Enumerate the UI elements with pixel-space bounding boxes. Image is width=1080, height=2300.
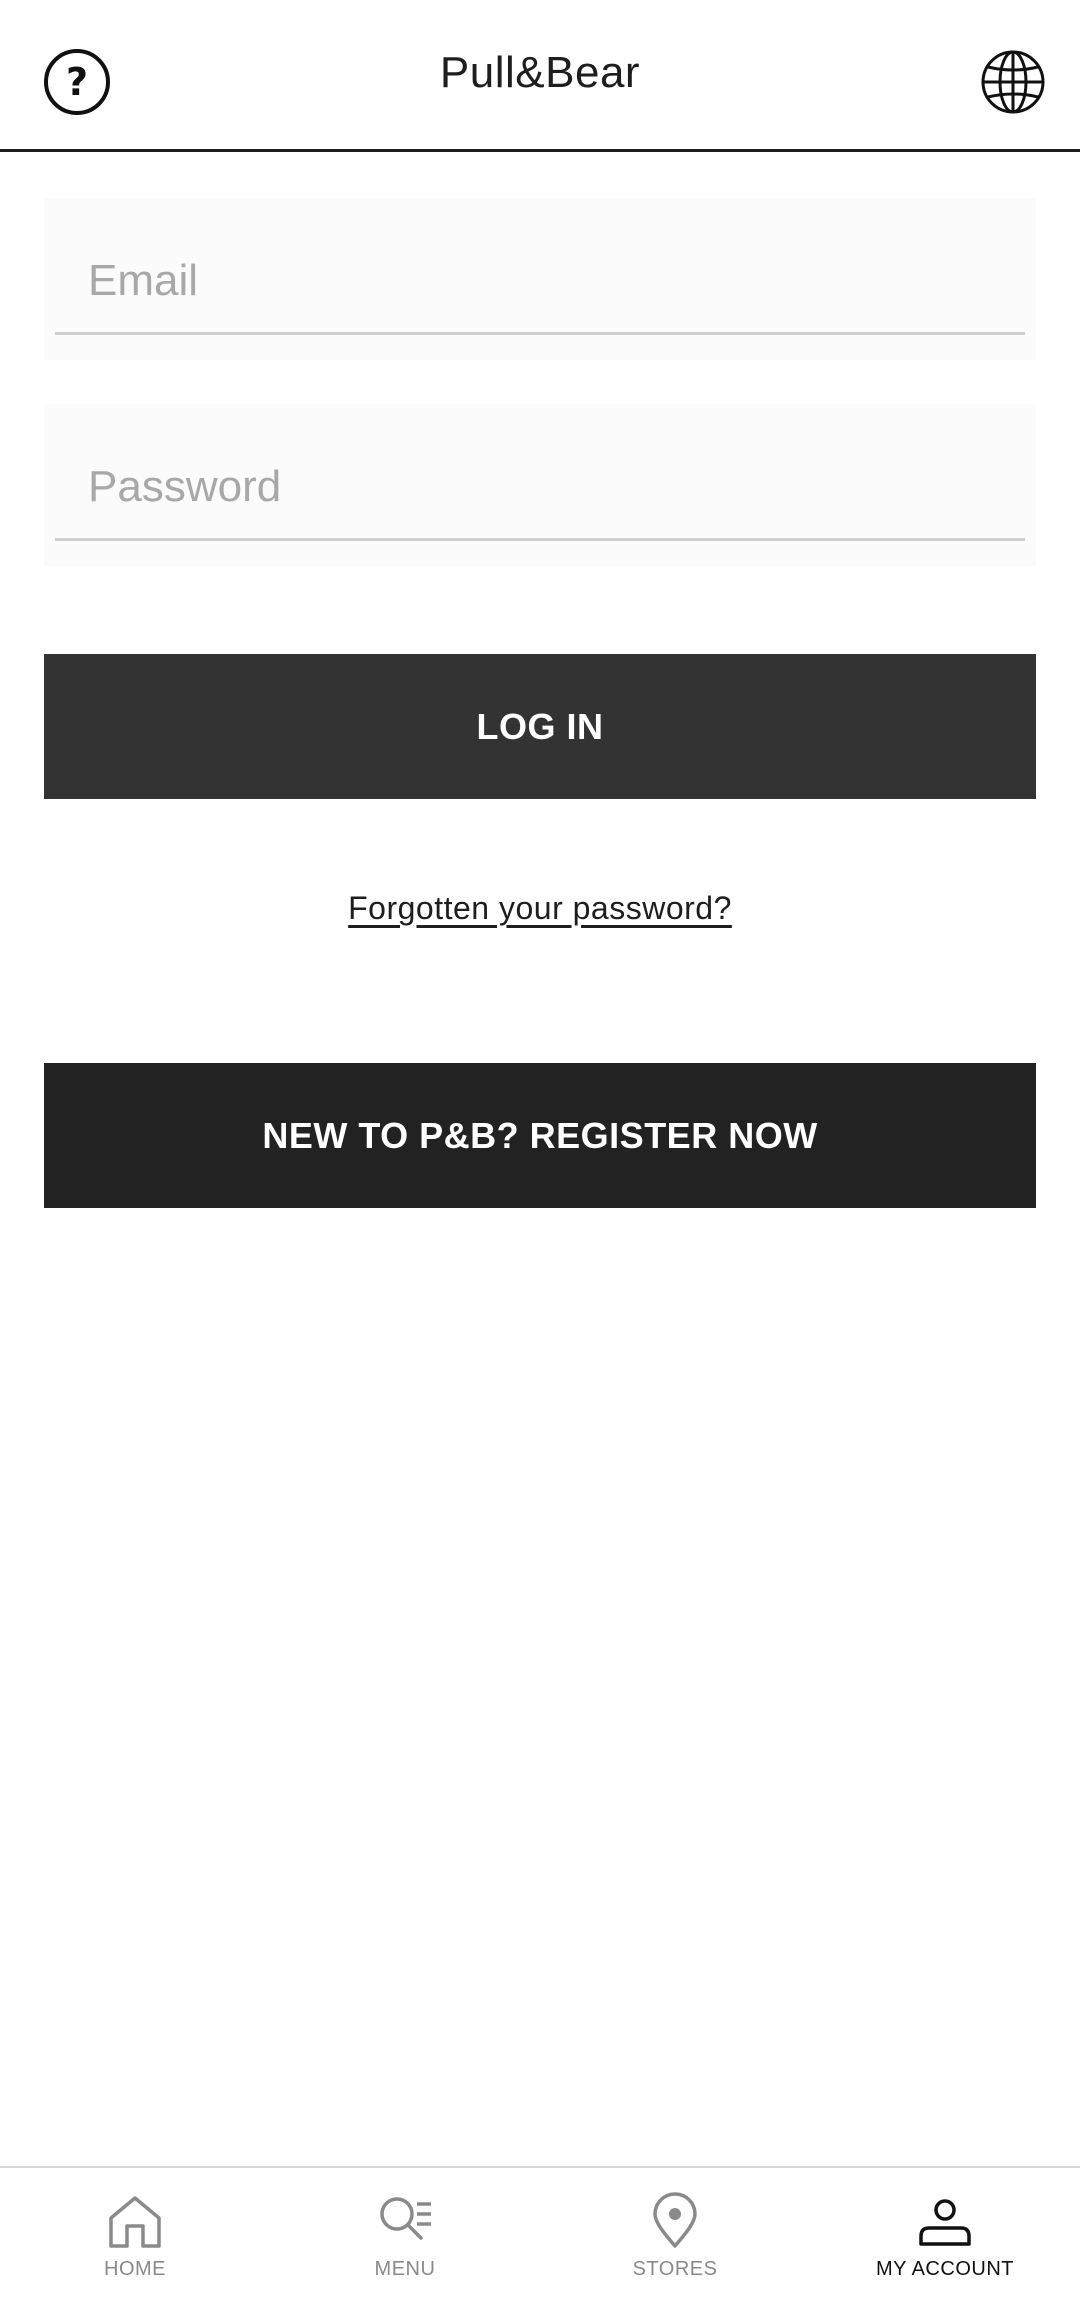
password-field[interactable]: Password: [44, 404, 1036, 566]
app-header: ? Pull&Bear: [0, 0, 1080, 152]
location-pin-icon: [653, 2192, 697, 2248]
globe-icon[interactable]: [980, 49, 1046, 115]
nav-item-menu[interactable]: MENU: [270, 2168, 540, 2300]
home-icon: [109, 2196, 161, 2248]
user-icon: [919, 2199, 971, 2246]
bottom-navigation: HOME MENU STORES MY ACCOUNT: [0, 2166, 1080, 2300]
nav-label-menu: MENU: [374, 2258, 436, 2280]
brand-title: Pull&Bear: [439, 48, 641, 97]
email-field[interactable]: Email: [44, 198, 1036, 360]
password-underline: [55, 538, 1025, 541]
email-underline: [55, 332, 1025, 335]
password-placeholder: Password: [88, 462, 282, 511]
nav-item-my-account[interactable]: MY ACCOUNT: [810, 2168, 1080, 2300]
search-menu-icon: [380, 2197, 431, 2240]
nav-item-stores[interactable]: STORES: [540, 2168, 810, 2300]
nav-label-stores: STORES: [632, 2258, 718, 2280]
login-button[interactable]: LOG IN: [44, 654, 1036, 799]
nav-item-home[interactable]: HOME: [0, 2168, 270, 2300]
nav-label-home: HOME: [104, 2258, 166, 2280]
register-button[interactable]: NEW TO P&B? REGISTER NOW: [44, 1063, 1036, 1208]
login-screen: ? Pull&Bear Email Password LOG IN Forgot…: [0, 0, 1080, 2300]
forgot-password-link[interactable]: Forgotten your password?: [0, 890, 1080, 927]
nav-label-my-account: MY ACCOUNT: [876, 2258, 1014, 2280]
email-placeholder: Email: [88, 256, 199, 305]
